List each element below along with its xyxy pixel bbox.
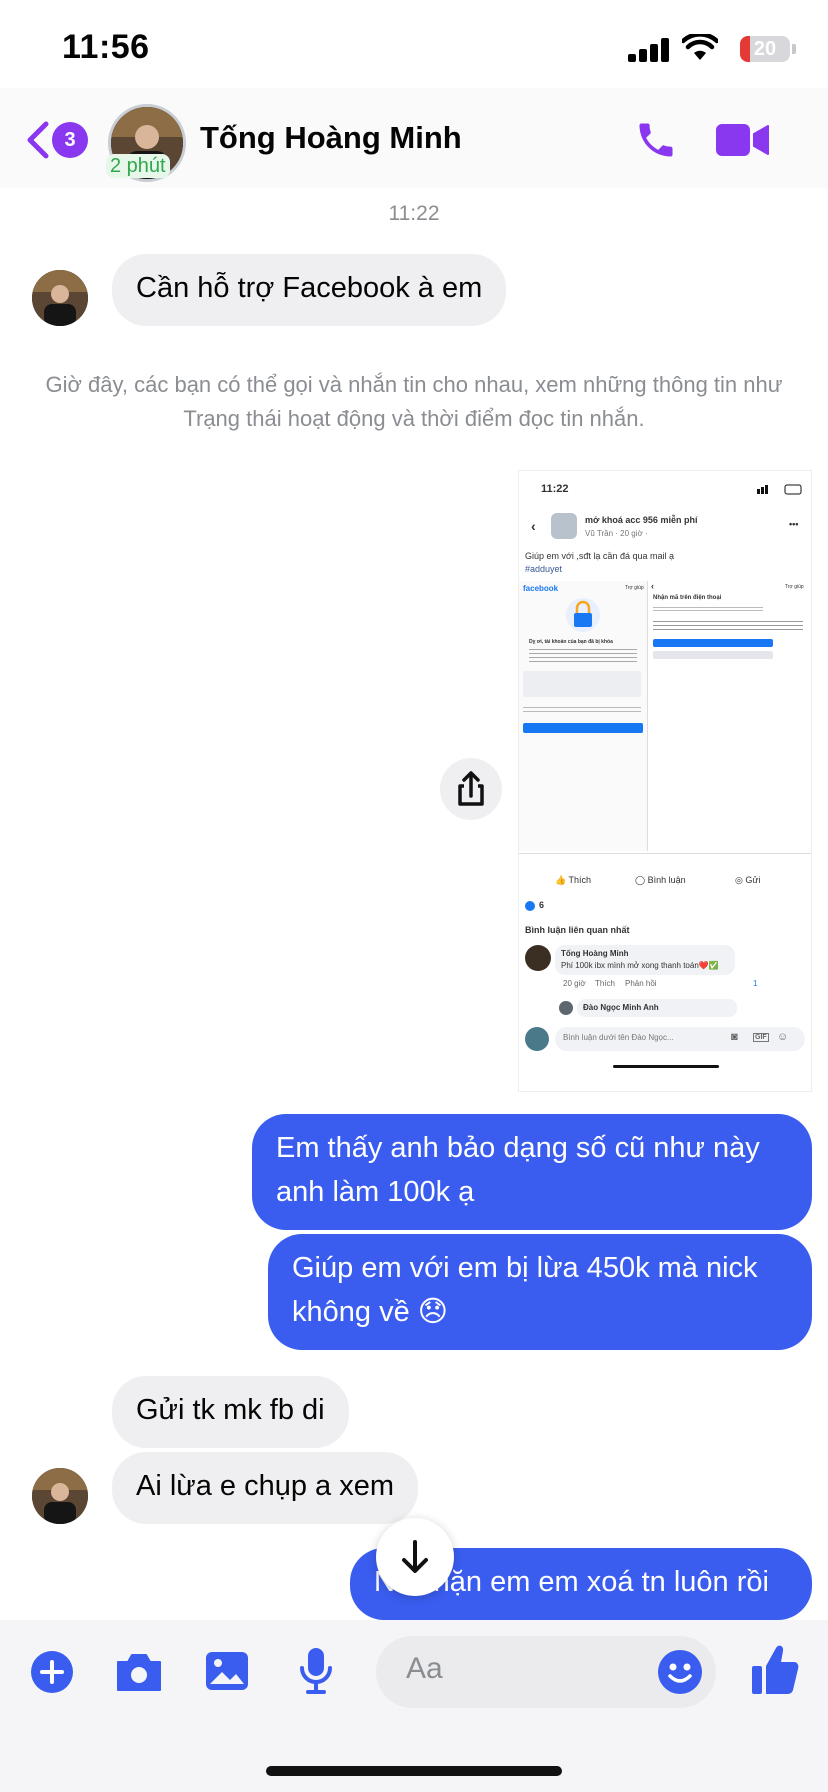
other-option-button (653, 651, 773, 659)
battery-percent: 20 (753, 38, 777, 60)
status-time: 11:56 (62, 28, 150, 66)
inner-back-icon-2: ‹ (651, 581, 654, 591)
unread-badge[interactable]: 3 (52, 122, 88, 158)
incoming-message[interactable]: Ai lừa e chụp a xem (112, 1452, 418, 1524)
outgoing-message[interactable]: Em thấy anh bảo dạng số cũ như này anh l… (252, 1114, 812, 1230)
comment-like: Thích (595, 979, 616, 988)
active-status: 2 phút (106, 154, 170, 178)
comment-input: Bình luận dưới tên Đào Ngọc... ◙ GIF ☺ (555, 1027, 805, 1051)
commenter-name: Tống Hoàng Minh (561, 949, 629, 958)
commenter-avatar (525, 945, 551, 971)
shared-screenshot[interactable]: 11:22 ‹ mở khoá acc 956 miễn phí Vũ Trần… (518, 470, 812, 1092)
arrow-down-icon (402, 1540, 428, 1573)
plus-icon[interactable] (30, 1650, 74, 1694)
info-notice: Giờ đây, các bạn có thể gọi và nhắn tin … (45, 372, 783, 431)
home-indicator (266, 1766, 562, 1776)
video-call-icon[interactable] (716, 122, 770, 158)
send-action: ◎ Gửi (735, 875, 761, 885)
get-code-button (653, 639, 773, 647)
avatar-image (32, 270, 88, 326)
comment-placeholder: Bình luận dưới tên Đào Ngọc... (563, 1033, 674, 1042)
comment-label: Bình luận (647, 875, 686, 885)
wifi-icon (682, 34, 718, 60)
embedded-right-panel: ‹ Trợ giúp Nhận mã trên điện thoại (649, 581, 811, 851)
comment-action: ◯ Bình luận (635, 875, 686, 885)
comment-composer: Bình luận dưới tên Đào Ngọc... ◙ GIF ☺ (519, 1021, 811, 1091)
inner-home-indicator (613, 1065, 719, 1068)
avatar-image (32, 1468, 88, 1524)
post-meta: Vũ Trần · 20 giờ · (585, 529, 648, 538)
message-input-placeholder: Aa (406, 1652, 443, 1685)
help-link-2: Trợ giúp (785, 584, 804, 590)
phone-code-title: Nhận mã trên điện thoại (653, 595, 722, 601)
microphone-icon[interactable] (296, 1646, 336, 1696)
sender-avatar[interactable] (32, 1468, 88, 1524)
start-button (523, 723, 643, 733)
relevant-comments-label: Bình luận liên quan nhất (525, 925, 630, 935)
comment-reply: Phản hồi (625, 979, 657, 988)
divider (519, 853, 811, 854)
fb-logo: facebook (523, 584, 559, 593)
comment-bubble: Tống Hoàng Minh Phí 100k ibx mình mở xon… (555, 945, 735, 975)
emoji-icon: ☺ (777, 1031, 789, 1043)
post-text: Giúp em với ,sđt lạ cần đá qua mail ạ (525, 551, 674, 561)
gallery-icon[interactable] (204, 1648, 250, 1694)
like-label: Thích (568, 875, 592, 885)
incoming-message[interactable]: Gửi tk mk fb di (112, 1376, 349, 1448)
contact-name[interactable]: Tống Hoàng Minh (200, 120, 462, 156)
locked-title: Dỵ ơi, tài khoản của bạn đã bị khóa (529, 639, 613, 645)
inner-status-icons (757, 484, 802, 495)
reaction-count: 6 (539, 900, 545, 910)
message-timestamp: 11:22 (388, 202, 440, 225)
group-icon (551, 513, 577, 539)
share-button[interactable] (440, 758, 502, 820)
camera-icon: ◙ (731, 1031, 738, 1043)
embedded-left-panel: facebook Trợ giúp Dỵ ơi, tài khoản của b… (519, 581, 648, 851)
comment-likes: 1 (753, 979, 758, 988)
post-hashtag: #adduyet (525, 564, 563, 574)
more-icon: ••• (789, 519, 799, 529)
lock-illustration-icon (566, 598, 600, 632)
back-chevron-icon[interactable] (24, 120, 52, 160)
thumbs-up-icon[interactable] (750, 1642, 800, 1696)
comment-time: 20 giờ (563, 979, 586, 988)
help-link: Trợ giúp (625, 585, 644, 591)
phone-option (653, 621, 803, 631)
battery-tip (792, 44, 796, 54)
post-title: mở khoá acc 956 miễn phí (585, 515, 698, 525)
scroll-to-bottom-button[interactable] (376, 1518, 454, 1596)
instruction-text (523, 707, 641, 715)
comment-text: Phí 100k ibx mình mở xong thanh toán❤️✅ (561, 961, 719, 970)
battery-indicator: 20 (740, 36, 790, 62)
reply-bubble: Đào Ngọc Minh Anh (577, 999, 737, 1017)
like-action: 👍 Thích (555, 875, 592, 885)
inner-time: 11:22 (541, 483, 569, 495)
reply-avatar (559, 1001, 573, 1015)
gif-icon: GIF (753, 1033, 769, 1042)
camera-icon[interactable] (114, 1650, 164, 1694)
inner-back-icon: ‹ (531, 518, 536, 534)
signal-icon (628, 38, 669, 62)
incoming-message[interactable]: Cần hỗ trợ Facebook à em (112, 254, 507, 326)
self-avatar (525, 1027, 549, 1051)
like-reaction-icon (525, 901, 535, 911)
send-label: Gửi (745, 875, 761, 885)
lock-date-box (523, 671, 641, 697)
sender-avatar[interactable] (32, 270, 88, 326)
outgoing-message[interactable]: Giúp em với em bị lừa 450k mà nick không… (268, 1234, 812, 1350)
emoji-icon[interactable] (656, 1648, 704, 1696)
reply-name: Đào Ngọc Minh Anh (583, 1003, 659, 1012)
phone-call-icon[interactable] (634, 118, 678, 162)
locked-description (529, 649, 637, 663)
phone-description (653, 607, 763, 611)
share-icon (458, 771, 484, 806)
